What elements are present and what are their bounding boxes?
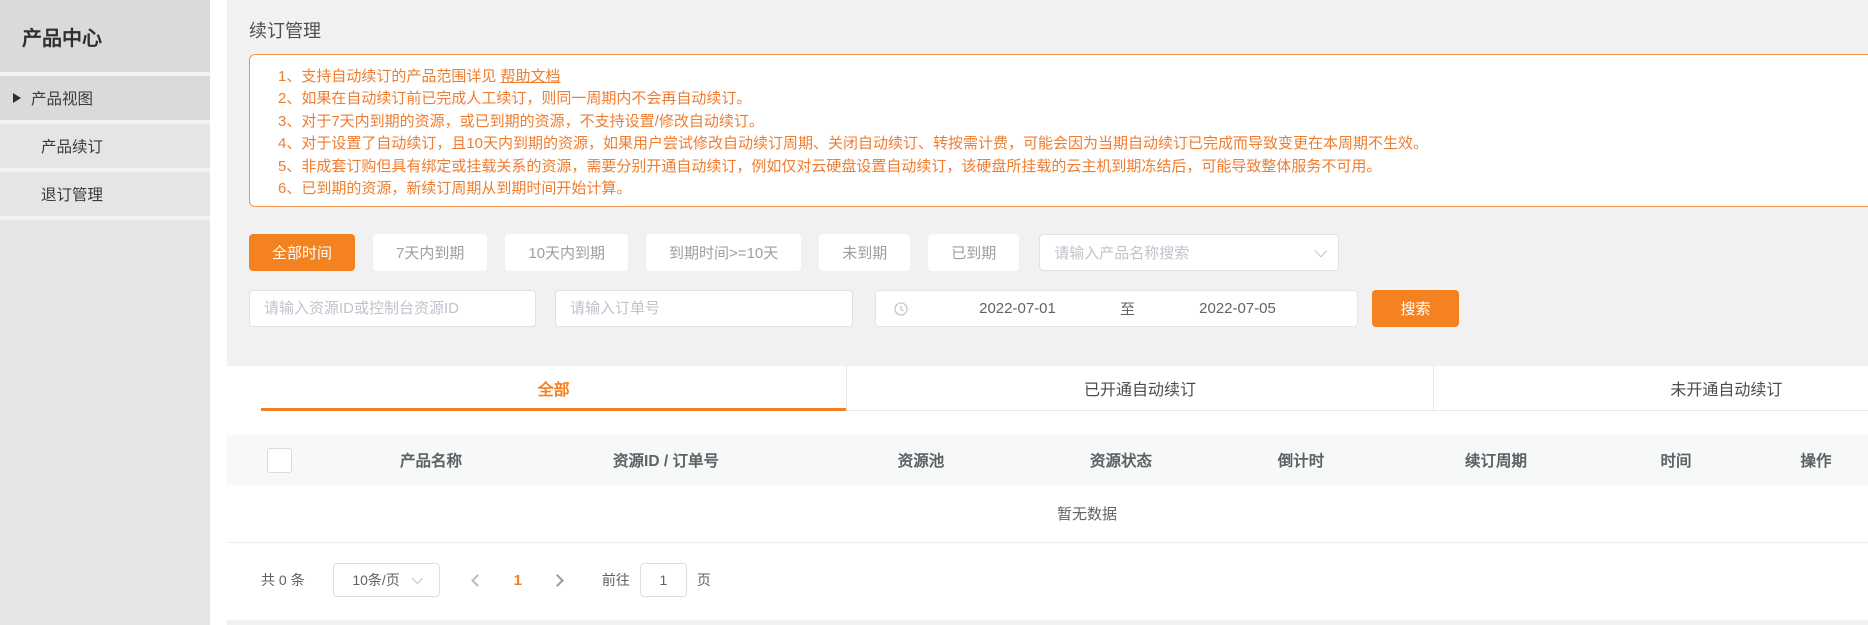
select-all-cell	[227, 448, 331, 473]
sidebar-item-label: 产品视图	[31, 87, 93, 109]
time-filter-row: 全部时间 7天内到期 10天内到期 到期时间>=10天 未到期 已到期 请输入产…	[237, 234, 1868, 271]
notice-line: 1、支持自动续订的产品范围详见 帮助文档	[278, 66, 1868, 88]
table-panel: 全部 已开通自动续订 未开通自动续订 产品名称 资源ID / 订单号 资源池 资…	[227, 366, 1868, 620]
chevron-down-icon	[412, 573, 423, 584]
page-size-select[interactable]: 10条/页	[333, 563, 440, 597]
clock-icon	[893, 301, 909, 317]
date-end-value[interactable]: 2022-07-05	[1135, 300, 1340, 317]
filter-expired-button[interactable]: 已到期	[928, 234, 1019, 271]
date-start-value[interactable]: 2022-07-01	[915, 300, 1120, 317]
next-page-button[interactable]	[548, 570, 568, 590]
product-select-placeholder: 请输入产品名称搜索	[1054, 242, 1189, 263]
triangle-right-icon	[13, 93, 21, 103]
column-header-time: 时间	[1591, 449, 1761, 471]
sidebar-item-unsubscribe[interactable]: 退订管理	[0, 172, 210, 220]
filter-expire-ge-10d-button[interactable]: 到期时间>=10天	[646, 234, 801, 271]
filter-not-expired-button[interactable]: 未到期	[819, 234, 910, 271]
notice-line: 6、已到期的资源，新续订周期从到期时间开始计算。	[278, 178, 1868, 200]
page-size-value: 10条/页	[352, 570, 399, 590]
main-content: 续订管理 1、支持自动续订的产品范围详见 帮助文档 2、如果在自动续订前已完成人…	[227, 0, 1868, 625]
goto-page-label: 前往	[602, 570, 630, 590]
date-range-separator: 至	[1120, 298, 1135, 319]
tab-all[interactable]: 全部	[261, 366, 846, 410]
chevron-left-icon	[471, 574, 484, 587]
current-page-number[interactable]: 1	[514, 572, 522, 589]
sidebar-item-label: 产品续订	[41, 135, 103, 157]
date-range-picker[interactable]: 2022-07-01 至 2022-07-05	[875, 290, 1358, 327]
search-filter-row: 2022-07-01 至 2022-07-05 搜索	[249, 290, 1868, 327]
help-doc-link[interactable]: 帮助文档	[501, 68, 561, 85]
product-name-select[interactable]: 请输入产品名称搜索	[1039, 234, 1339, 271]
sidebar-content-gutter	[210, 0, 227, 625]
filter-expire-10d-button[interactable]: 10天内到期	[505, 234, 628, 271]
pagination-total: 共 0 条	[261, 570, 305, 590]
sidebar-title: 产品中心	[0, 0, 210, 76]
goto-page-input[interactable]	[640, 563, 687, 597]
chevron-down-icon	[1315, 245, 1328, 258]
table-header-row: 产品名称 资源ID / 订单号 资源池 资源状态 倒计时 续订周期 时间 操作	[227, 435, 1868, 485]
column-header-renew-cycle: 续订周期	[1401, 449, 1591, 471]
search-button[interactable]: 搜索	[1372, 290, 1459, 327]
sidebar-item-product-view[interactable]: 产品视图	[0, 76, 210, 124]
sidebar-item-label: 退订管理	[41, 183, 103, 205]
filter-all-time-button[interactable]: 全部时间	[249, 234, 355, 271]
column-header-resource-status: 资源状态	[1041, 449, 1201, 471]
order-number-input[interactable]	[555, 290, 853, 327]
column-header-actions: 操作	[1761, 449, 1868, 471]
select-all-checkbox[interactable]	[267, 448, 292, 473]
notice-line: 3、对于7天内到期的资源，或已到期的资源，不支持设置/修改自动续订。	[278, 111, 1868, 133]
chevron-right-icon	[552, 574, 565, 587]
tab-auto-renew-enabled[interactable]: 已开通自动续订	[846, 366, 1432, 410]
table-empty-state: 暂无数据	[227, 485, 1868, 543]
notice-line: 5、非成套订购但具有绑定或挂载关系的资源，需要分别开通自动续订，例如仅对云硬盘设…	[278, 156, 1868, 178]
page-title: 续订管理	[249, 17, 1868, 43]
filter-expire-7d-button[interactable]: 7天内到期	[373, 234, 487, 271]
column-header-countdown: 倒计时	[1201, 449, 1401, 471]
resource-id-input[interactable]	[249, 290, 536, 327]
sidebar: 产品中心 产品视图 产品续订 退订管理	[0, 0, 210, 625]
goto-page-suffix: 页	[697, 570, 711, 590]
column-header-resource-pool: 资源池	[801, 449, 1041, 471]
pagination-bar: 共 0 条 10条/页 1 前往 页	[261, 563, 1868, 597]
tab-bar: 全部 已开通自动续订 未开通自动续订	[261, 366, 1868, 411]
notice-line: 4、对于设置了自动续订，且10天内到期的资源，如果用户尝试修改自动续订周期、关闭…	[278, 133, 1868, 155]
previous-page-button[interactable]	[468, 570, 488, 590]
notice-box: 1、支持自动续订的产品范围详见 帮助文档 2、如果在自动续订前已完成人工续订，则…	[249, 54, 1868, 207]
sidebar-item-product-renewal[interactable]: 产品续订	[0, 124, 210, 172]
notice-line: 2、如果在自动续订前已完成人工续订，则同一周期内不会再自动续订。	[278, 88, 1868, 110]
column-header-resource-order-id: 资源ID / 订单号	[531, 449, 801, 471]
tab-auto-renew-disabled[interactable]: 未开通自动续订	[1433, 366, 1868, 410]
column-header-product-name: 产品名称	[331, 449, 531, 471]
